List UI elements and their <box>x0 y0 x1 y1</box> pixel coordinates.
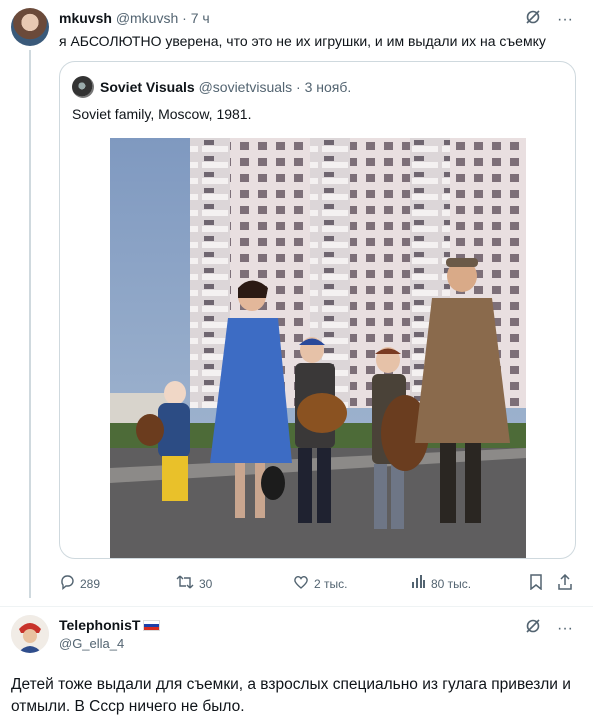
quote-author-handle[interactable]: @sovietvisuals <box>199 79 293 95</box>
views-button[interactable]: 80 тыс. <box>410 574 471 594</box>
tweet-time[interactable]: 7 ч <box>191 10 210 26</box>
bookmark-icon <box>529 574 543 594</box>
reply-author-avatar[interactable] <box>11 615 49 653</box>
quote-photo[interactable] <box>110 138 526 558</box>
grok-icon[interactable] <box>525 9 541 30</box>
tweet-header: mkuvsh @mkuvsh · 7 ч <box>59 10 210 26</box>
share-icon <box>557 573 573 594</box>
reply-button[interactable]: 289 <box>59 574 100 594</box>
divider <box>0 606 593 607</box>
quote-text: Soviet family, Moscow, 1981. <box>72 106 252 122</box>
quote-author-name[interactable]: Soviet Visuals <box>100 79 195 95</box>
quote-author-avatar[interactable] <box>72 76 94 98</box>
separator-dot: · <box>296 79 301 95</box>
heart-icon <box>293 574 309 594</box>
like-button[interactable]: 2 тыс. <box>293 574 347 594</box>
reply-top-icons: ··· <box>525 618 573 639</box>
share-button[interactable] <box>557 573 573 594</box>
reply-author-row: TelephonisT <box>59 617 161 633</box>
views-icon <box>410 574 426 594</box>
repost-icon <box>176 574 194 594</box>
author-avatar[interactable] <box>11 8 49 46</box>
reply-author-name[interactable]: TelephonisT <box>59 617 140 633</box>
separator-dot: · <box>182 10 187 26</box>
reply-count: 289 <box>80 577 101 591</box>
quoted-tweet[interactable]: Soviet Visuals @sovietvisuals · 3 нояб. … <box>59 61 576 559</box>
grok-icon[interactable] <box>525 618 541 639</box>
quote-header: Soviet Visuals @sovietvisuals · 3 нояб. <box>100 79 351 95</box>
views-count: 80 тыс. <box>431 577 472 591</box>
more-icon[interactable]: ··· <box>557 620 573 638</box>
repost-count: 30 <box>199 577 213 591</box>
more-icon[interactable]: ··· <box>557 11 573 29</box>
tweet-text: я АБСОЛЮТНО уверена, что это не их игруш… <box>59 33 546 49</box>
reply-author-handle[interactable]: @G_ella_4 <box>59 636 124 651</box>
russia-flag-icon <box>143 619 161 631</box>
author-name[interactable]: mkuvsh <box>59 10 112 26</box>
bookmark-button[interactable] <box>529 574 543 594</box>
quote-date[interactable]: 3 нояб. <box>305 79 352 95</box>
author-handle[interactable]: @mkuvsh <box>116 10 178 26</box>
like-count: 2 тыс. <box>314 577 348 591</box>
reply-text: Детей тоже выдали для съемки, а взрослых… <box>11 676 571 715</box>
tweet-actions: 289 30 2 тыс. 80 тыс. <box>59 573 577 594</box>
family-photo-image <box>110 138 526 558</box>
repost-button[interactable]: 30 <box>176 574 212 594</box>
reply-icon <box>59 574 75 594</box>
tweet: mkuvsh @mkuvsh · 7 ч ··· я АБСОЛЮТНО уве… <box>0 0 593 606</box>
tweet-top-icons: ··· <box>525 9 573 30</box>
thread-line <box>29 50 31 598</box>
